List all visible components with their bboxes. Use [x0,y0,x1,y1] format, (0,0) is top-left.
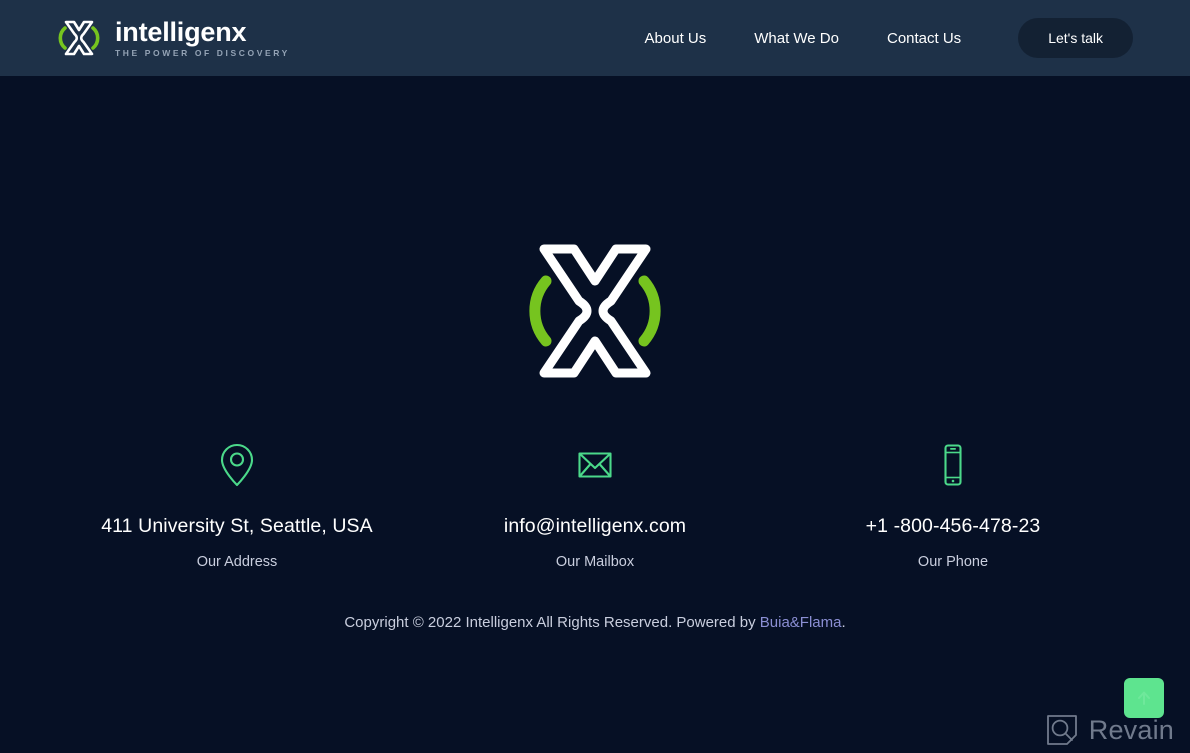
contact-value-phone: +1 -800-456-478-23 [865,515,1041,537]
revain-watermark-label: Revain [1088,714,1174,745]
intelligenx-x-logo-large-icon [529,244,661,378]
nav-item-about-us[interactable]: About Us [645,22,707,55]
copyright-line: Copyright © 2022 Intelligenx All Rights … [344,614,845,631]
nav-item-contact-us[interactable]: Contact Us [887,22,961,55]
revain-magnifier-icon [1046,715,1077,745]
powered-by-link[interactable]: Buia&Flama [760,614,842,631]
contact-label-phone: Our Phone [917,554,989,571]
brand-logo-link[interactable]: intelligenx THE POWER OF DISCOVERY [57,18,290,58]
scroll-to-top-button[interactable] [1124,678,1164,718]
brand-name: intelligenx [115,16,247,47]
contact-value-mailbox: info@intelligenx.com [503,515,687,537]
contact-label-mailbox: Our Mailbox [555,554,635,571]
contact-column-mailbox: info@intelligenx.com Our Mailbox [416,441,774,572]
location-pin-icon [220,443,254,487]
contact-info-row: 411 University St, Seattle, USA Our Addr… [0,441,1190,572]
mobile-phone-icon [944,444,962,486]
revain-watermark: Revain [1045,713,1174,747]
intelligenx-x-logo-icon [58,20,100,56]
contact-column-phone: +1 -800-456-478-23 Our Phone [774,441,1132,572]
arrow-up-icon [1138,691,1150,705]
main-navigation: About Us What We Do Contact Us Let's tal… [645,18,1133,58]
site-header: intelligenx THE POWER OF DISCOVERY About… [0,0,1190,76]
contact-column-address: 411 University St, Seattle, USA Our Addr… [58,441,416,572]
contact-label-address: Our Address [196,554,278,571]
footer-section: 411 University St, Seattle, USA Our Addr… [0,76,1190,753]
copyright-text-after: . [841,613,846,631]
brand-tagline: THE POWER OF DISCOVERY [115,47,290,58]
copyright-text-before: Copyright © 2022 Intelligenx All Rights … [344,613,760,631]
brand-text: intelligenx THE POWER OF DISCOVERY [115,16,290,58]
lets-talk-button[interactable]: Let's talk [1018,18,1133,58]
nav-item-what-we-do[interactable]: What We Do [754,22,839,55]
envelope-icon [578,452,612,478]
contact-value-address: 411 University St, Seattle, USA [101,515,373,537]
